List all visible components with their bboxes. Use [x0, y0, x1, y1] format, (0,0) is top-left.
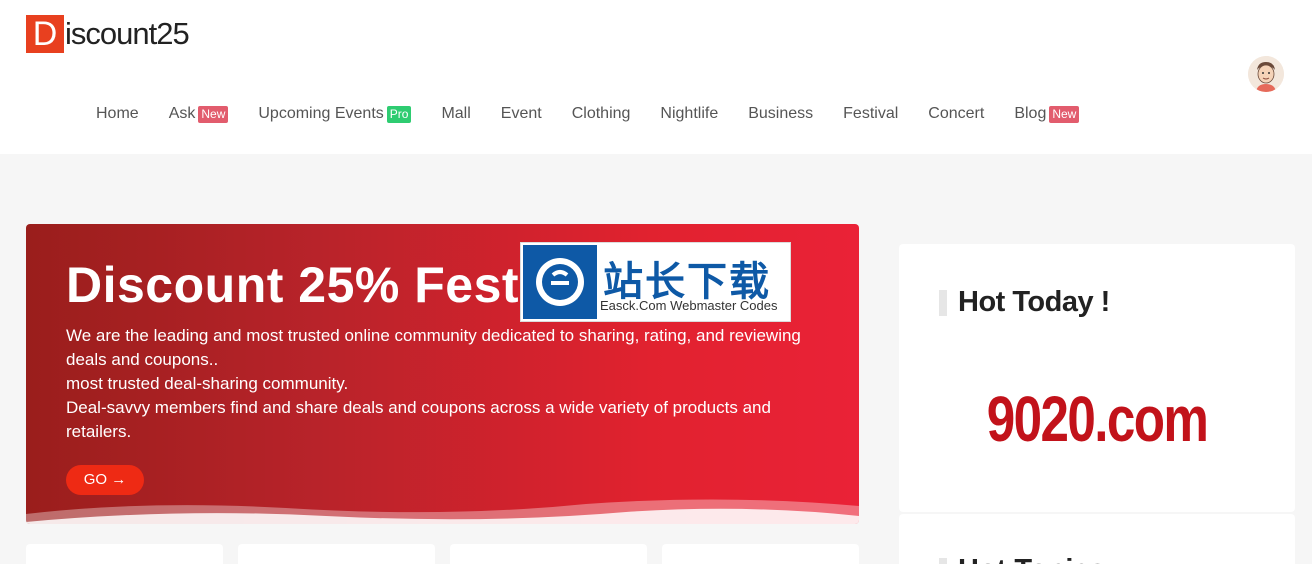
- hot-topics-title: Hot Topics: [958, 554, 1106, 564]
- nav-item-upcoming-events[interactable]: Upcoming Events Pro: [258, 105, 412, 123]
- title-accent-bar: [939, 558, 947, 564]
- nav-item-business[interactable]: Business: [748, 105, 813, 123]
- nav-item-blog[interactable]: Blog New: [1014, 105, 1080, 123]
- logo-mark: D: [26, 15, 64, 53]
- nav-label: Ask: [168, 105, 196, 122]
- nav-label: Blog: [1014, 105, 1047, 122]
- new-badge: New: [198, 105, 229, 123]
- nav-label: Clothing: [571, 105, 631, 122]
- nav-label: Festival: [843, 105, 899, 122]
- pro-badge: Pro: [386, 105, 412, 123]
- deal-card[interactable]: [238, 544, 435, 564]
- hero-description: We are the leading and most trusted onli…: [66, 324, 826, 444]
- nav-label: Home: [96, 105, 139, 122]
- logo-text: iscount25: [65, 16, 190, 51]
- nav-item-home[interactable]: Home: [96, 105, 139, 123]
- deal-card[interactable]: [450, 544, 647, 564]
- title-accent-bar: [939, 290, 947, 316]
- nav-item-nightlife[interactable]: Nightlife: [660, 105, 718, 123]
- hero-line: We are the leading and most trusted onli…: [66, 326, 801, 369]
- watermark-en-text: Easck.Com Webmaster Codes: [600, 298, 778, 313]
- watermark-logo-icon: [523, 245, 597, 319]
- nav-label: Upcoming Events: [258, 105, 384, 122]
- user-avatar[interactable]: [1248, 56, 1284, 92]
- go-button[interactable]: GO →: [66, 465, 144, 495]
- nav-label: Nightlife: [660, 105, 719, 122]
- wave-decoration: [26, 499, 859, 524]
- hot-today-title: Hot Today !: [958, 286, 1110, 318]
- hot-topics-widget: Hot Topics: [899, 514, 1295, 564]
- hot-today-link[interactable]: 9020.com: [939, 382, 1256, 456]
- avatar-icon: [1248, 56, 1284, 92]
- deal-card[interactable]: [26, 544, 223, 564]
- new-badge: New: [1049, 105, 1080, 123]
- deal-card[interactable]: [662, 544, 859, 564]
- hot-today-widget: Hot Today ! 9020.com: [899, 244, 1295, 512]
- nav-label: Mall: [441, 105, 471, 122]
- nav-label: Concert: [928, 105, 985, 122]
- nav-item-festival[interactable]: Festival: [843, 105, 898, 123]
- hero-line: Deal-savvy members find and share deals …: [66, 398, 771, 441]
- hero-line: most trusted deal-sharing community.: [66, 374, 349, 393]
- nav-item-mall[interactable]: Mall: [441, 105, 470, 123]
- site-logo[interactable]: D iscount25: [26, 14, 190, 54]
- nav-item-clothing[interactable]: Clothing: [572, 105, 631, 123]
- main-nav: Home Ask New Upcoming Events Pro Mall Ev…: [96, 100, 1109, 128]
- watermark-overlay: 站长下载 Easck.Com Webmaster Codes: [520, 242, 791, 322]
- nav-item-event[interactable]: Event: [501, 105, 542, 123]
- nav-item-ask[interactable]: Ask New: [169, 105, 229, 123]
- nav-label: Event: [500, 105, 542, 122]
- site-header: D iscount25 Home Ask New Upcoming Events…: [0, 0, 1312, 154]
- nav-item-concert[interactable]: Concert: [928, 105, 984, 123]
- nav-label: Business: [748, 105, 814, 122]
